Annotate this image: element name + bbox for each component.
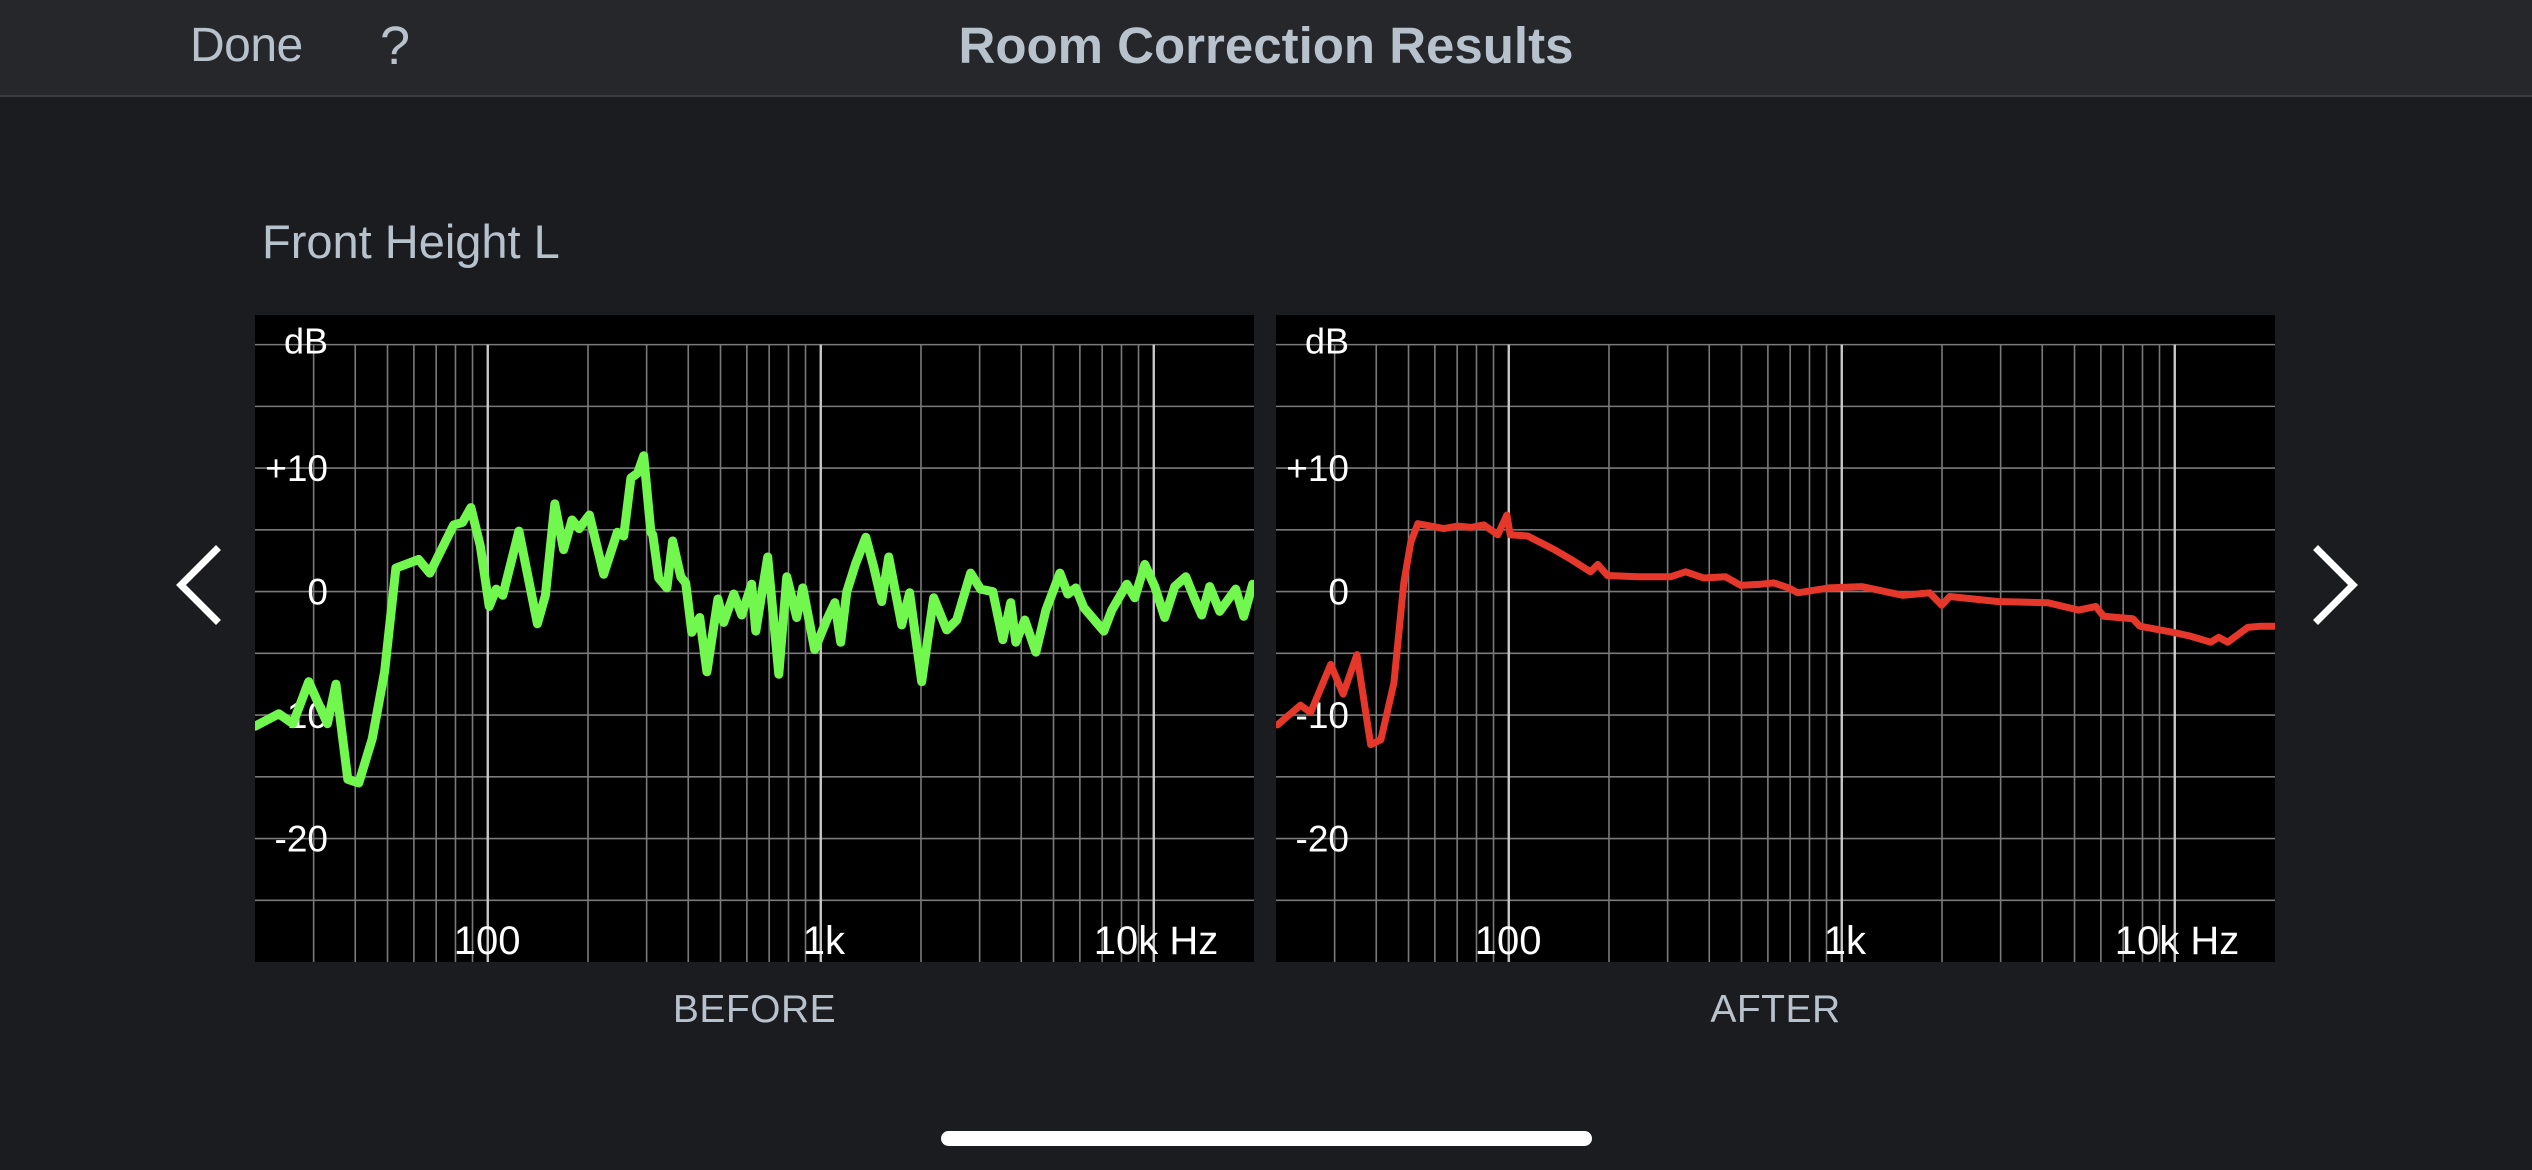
x-tick-label: 100	[1475, 919, 1542, 962]
page-title: Room Correction Results	[958, 17, 1574, 74]
x-tick-label: 1k	[1824, 919, 1867, 962]
home-indicator[interactable]	[941, 1131, 1592, 1146]
y-tick-label: 0	[307, 572, 328, 613]
y-tick-label: -10	[1296, 695, 1349, 736]
x-tick-label: 10k Hz	[1094, 919, 1219, 962]
before-chart: +10 0 -10 -20 dB 100 1k 10k Hz	[255, 315, 1254, 962]
chevron-right-icon	[2313, 545, 2358, 625]
x-tick-label: 10k Hz	[2115, 919, 2240, 962]
after-caption: AFTER	[1710, 988, 1841, 1031]
y-tick-label: -20	[1296, 819, 1349, 860]
before-response-curve	[255, 451, 1254, 788]
x-tick-label: 1k	[803, 919, 846, 962]
y-unit-label: dB	[1305, 321, 1349, 362]
before-caption: BEFORE	[672, 988, 837, 1031]
x-tick-label: 100	[454, 919, 521, 962]
navigation-bar: Done ? Room Correction Results	[0, 0, 2532, 97]
after-chart-plot: +10 0 -10 -20 dB 100 1k 10k Hz	[1276, 321, 2275, 962]
y-tick-label: 0	[1328, 572, 1349, 613]
y-tick-label: +10	[265, 448, 328, 489]
after-response-curve	[1276, 511, 2275, 749]
before-chart-plot: +100-10-20dB100 1k 10k Hz	[255, 321, 1254, 962]
y-unit-label: dB	[284, 321, 328, 362]
chevron-left-icon	[176, 545, 221, 625]
after-chart: +10 0 -10 -20 dB 100 1k 10k Hz	[1276, 315, 2275, 962]
previous-speaker-button[interactable]	[152, 540, 242, 630]
y-tick-label: +10	[1286, 448, 1349, 489]
speaker-name: Front Height L	[262, 215, 560, 268]
y-tick-label: -20	[275, 819, 328, 860]
next-speaker-button[interactable]	[2292, 540, 2382, 630]
